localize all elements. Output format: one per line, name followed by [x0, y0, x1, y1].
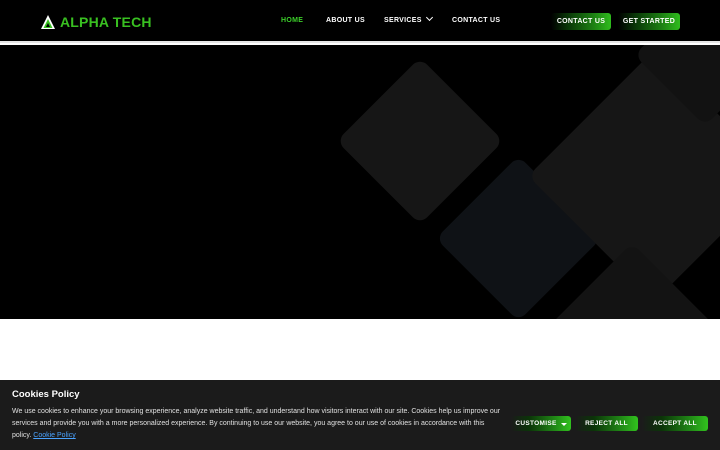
cookie-banner: Cookies Policy We use cookies to enhance… — [0, 380, 720, 450]
hero-section — [0, 45, 720, 319]
nav-about-us[interactable]: ABOUT US — [326, 14, 365, 28]
cookie-banner-text: We use cookies to enhance your browsing … — [12, 406, 502, 442]
nav-services-label: SERVICES — [384, 17, 422, 24]
cookie-banner-title: Cookies Policy — [12, 389, 80, 400]
customise-button[interactable]: CUSTOMISE — [511, 416, 571, 431]
accept-all-button[interactable]: ACCEPT ALL — [642, 416, 708, 431]
logo[interactable]: ALPHA TECH — [40, 12, 152, 32]
content-section — [0, 319, 720, 380]
chevron-down-icon — [425, 13, 433, 22]
contact-us-button[interactable]: CONTACT US — [551, 13, 611, 30]
cookie-policy-link[interactable]: Cookie Policy — [33, 432, 75, 439]
caret-down-icon — [560, 423, 567, 426]
reject-all-button[interactable]: REJECT ALL — [575, 416, 638, 431]
nav-about-us-label: ABOUT US — [326, 17, 365, 24]
nav-home[interactable]: HOME — [281, 14, 303, 28]
nav-services[interactable]: SERVICES — [384, 13, 433, 28]
triangle-logo-icon — [41, 15, 55, 29]
nav-home-label: HOME — [281, 17, 304, 24]
brand-name: ALPHA TECH — [60, 14, 152, 30]
site-header: ALPHA TECH HOME ABOUT US SERVICES CONTAC… — [0, 0, 720, 43]
get-started-button[interactable]: GET STARTED — [618, 13, 680, 30]
customise-label: CUSTOMISE — [515, 420, 557, 427]
nav-contact-us[interactable]: CONTACT US — [452, 14, 500, 28]
cookie-description: We use cookies to enhance your browsing … — [12, 408, 501, 439]
nav-contact-us-label: CONTACT US — [452, 17, 501, 24]
